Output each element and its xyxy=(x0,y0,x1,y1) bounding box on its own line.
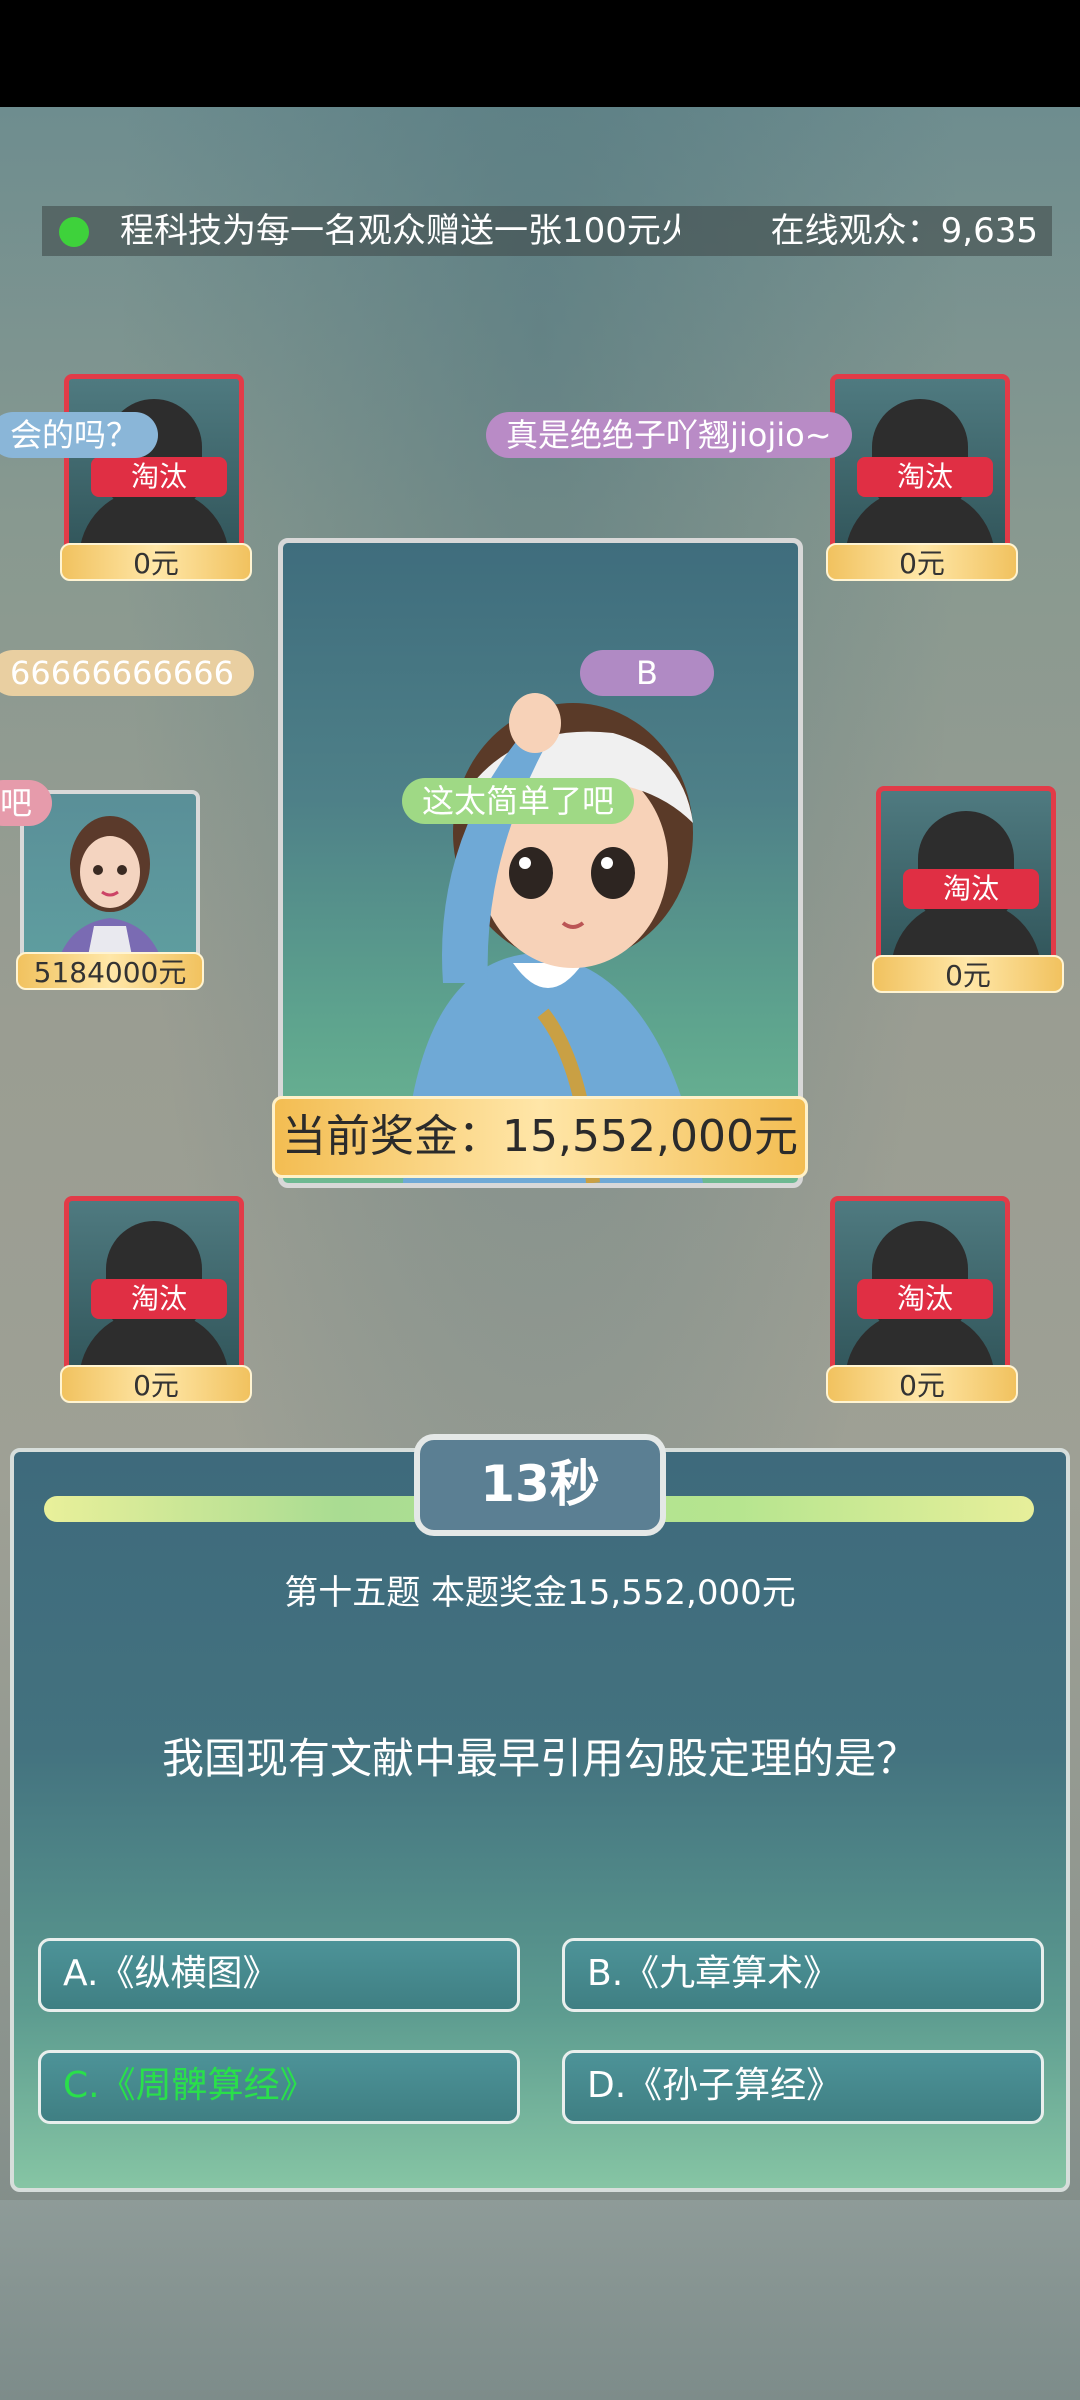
eliminated-badge: 淘汰 xyxy=(857,457,993,497)
eliminated-badge: 淘汰 xyxy=(91,1279,227,1319)
answer-option-a[interactable]: A.《纵横图》 xyxy=(38,1938,520,2012)
chat-bubble: 66666666666 xyxy=(0,650,254,696)
chat-bubble: 真是绝绝子吖翘jiojio~ xyxy=(486,412,852,458)
answer-option-d[interactable]: D.《孙子算经》 xyxy=(562,2050,1044,2124)
question-text: 我国现有文献中最早引用勾股定理的是？ xyxy=(161,1734,918,1783)
contestant-money: 0元 xyxy=(872,955,1064,993)
chat-bubble: 会的吗？ xyxy=(0,412,159,458)
contestant-money: 0元 xyxy=(60,1365,252,1403)
player-character xyxy=(403,693,703,1183)
chat-bubble: 这太简单了吧 xyxy=(402,778,635,824)
eliminated-badge: 淘汰 xyxy=(857,1279,993,1319)
contestant-card-top-left[interactable]: 淘汰 xyxy=(64,374,244,568)
chat-bubble: 吧 xyxy=(0,780,53,826)
answer-option-c[interactable]: C.《周髀算经》 xyxy=(38,2050,520,2124)
contestant-money: 0元 xyxy=(826,1365,1018,1403)
contestant-card-top-right[interactable]: 淘汰 xyxy=(830,374,1010,568)
viewer-count: 在线观众：9,635 xyxy=(770,211,1038,251)
contestant-card-mid-right[interactable]: 淘汰 xyxy=(876,786,1056,980)
countdown-timer: 13秒 xyxy=(414,1434,666,1536)
eliminated-badge: 淘汰 xyxy=(91,457,227,497)
live-indicator-icon xyxy=(59,217,89,247)
contestant-card-bottom-left[interactable]: 淘汰 xyxy=(64,1196,244,1390)
contestant-card-bottom-right[interactable]: 淘汰 xyxy=(830,1196,1010,1390)
contestant-money: 0元 xyxy=(826,543,1018,581)
ticker-message: 程科技为每一名观众赠送一张100元火箭传 xyxy=(120,211,680,251)
current-prize: 当前奖金：15,552,000元 xyxy=(272,1096,808,1178)
contestant-money: 0元 xyxy=(60,543,252,581)
city-background xyxy=(0,2200,1080,2400)
answer-option-b[interactable]: B.《九章算术》 xyxy=(562,1938,1044,2012)
status-bar xyxy=(0,0,1080,107)
live-ticker: 程科技为每一名观众赠送一张100元火箭传 在线观众：9,635 xyxy=(42,206,1052,256)
eliminated-badge: 淘汰 xyxy=(903,869,1039,909)
contestant-money: 5184000元 xyxy=(16,952,204,990)
player-video-frame xyxy=(278,538,803,1188)
question-subtitle: 第十五题 本题奖金15,552,000元 xyxy=(284,1573,796,1613)
chat-bubble: B xyxy=(580,650,714,696)
avatar xyxy=(54,816,166,976)
